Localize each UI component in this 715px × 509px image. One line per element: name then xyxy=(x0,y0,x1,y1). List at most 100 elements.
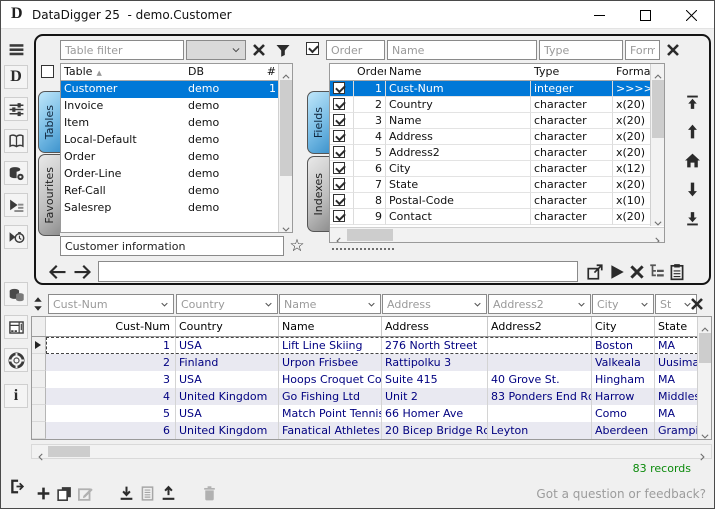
grid-col-city[interactable]: City xyxy=(592,317,655,336)
clipboard-icon[interactable] xyxy=(668,263,686,281)
grid-col-address[interactable]: Address xyxy=(382,317,488,336)
tables-col-db[interactable]: DB xyxy=(185,64,251,80)
exit-button[interactable] xyxy=(5,474,29,500)
records-vscrollbar[interactable] xyxy=(697,317,711,439)
delete-record-button[interactable] xyxy=(199,483,219,503)
field-filter-order-input[interactable] xyxy=(326,40,385,60)
scroll-up-icon[interactable] xyxy=(700,320,710,330)
record-row[interactable]: 2FinlandUrpon FrisbeeRattipolku 3Valkeal… xyxy=(32,354,698,371)
grid-filter-name[interactable]: Name xyxy=(279,294,381,314)
add-record-button[interactable] xyxy=(33,483,53,503)
record-row[interactable]: 1USALift Line Skiing276 North StreetBost… xyxy=(32,337,698,354)
scroll-up-icon[interactable] xyxy=(281,67,291,77)
grid-col-address2[interactable]: Address2 xyxy=(488,317,592,336)
databases-button[interactable] xyxy=(4,282,28,306)
query-editor-input[interactable] xyxy=(98,261,578,282)
table-row[interactable]: Orderdemo xyxy=(61,149,292,166)
clear-data-filter-icon[interactable] xyxy=(689,296,705,312)
fields-col-order[interactable]: Order▲ xyxy=(354,64,386,80)
view-record-button[interactable] xyxy=(137,483,157,503)
record-row[interactable]: 6United KingdomFanatical Athletes20 Bice… xyxy=(32,422,698,439)
field-checkbox[interactable] xyxy=(333,210,345,222)
favourite-star-icon[interactable]: ☆ xyxy=(288,237,306,255)
scroll-down-icon[interactable] xyxy=(281,219,291,229)
clear-query-icon[interactable] xyxy=(628,263,646,281)
fields-col-format[interactable]: Format xyxy=(613,64,651,80)
move-up-button[interactable] xyxy=(683,122,702,141)
grid-col-name[interactable]: Name xyxy=(279,317,382,336)
field-row[interactable]: 9Contactcharacterx(20) xyxy=(330,209,664,225)
help-lifebuoy-button[interactable] xyxy=(4,348,28,372)
record-row[interactable]: 4United KingdomGo Fishing LtdUnit 283 Po… xyxy=(32,388,698,405)
fields-col-name[interactable]: Name xyxy=(386,64,531,80)
tables-select-all-checkbox[interactable] xyxy=(41,65,54,78)
tab-favourites[interactable]: Favourites xyxy=(38,154,60,236)
move-down-button[interactable] xyxy=(683,180,702,199)
record-row[interactable]: 3USAHoops Croquet Co.Suite 41540 Grove S… xyxy=(32,371,698,388)
home-button[interactable] xyxy=(683,151,702,170)
menu-button[interactable] xyxy=(4,37,28,61)
grid-col-cust-num[interactable]: Cust-Num xyxy=(46,317,176,336)
grid-filter-address2[interactable]: Address2 xyxy=(488,294,591,314)
field-filter-name-input[interactable] xyxy=(387,40,537,60)
field-checkbox[interactable] xyxy=(333,82,345,94)
move-bottom-button[interactable] xyxy=(683,209,702,228)
datadigger-logo-button[interactable]: D xyxy=(4,65,28,89)
fields-vscrollbar[interactable] xyxy=(650,64,664,226)
field-filter-format-input[interactable] xyxy=(625,40,660,60)
grid-filter-country[interactable]: Country xyxy=(176,294,278,314)
maximize-button[interactable] xyxy=(622,1,668,29)
scroll-left-icon[interactable] xyxy=(334,231,344,241)
clone-record-button[interactable] xyxy=(54,483,74,503)
prev-query-icon[interactable] xyxy=(48,262,68,282)
table-row[interactable]: Salesrepdemo xyxy=(61,200,292,217)
fields-select-all-checkbox[interactable] xyxy=(306,42,319,55)
field-row[interactable]: 4Addresscharacterx(20) xyxy=(330,129,664,145)
scroll-right-icon[interactable] xyxy=(697,447,707,457)
feedback-link[interactable]: Got a question or feedback? xyxy=(536,487,706,501)
fields-hscrollbar[interactable] xyxy=(330,227,665,242)
scroll-down-icon[interactable] xyxy=(653,213,663,223)
column-sort-icon[interactable] xyxy=(32,296,44,312)
scroll-up-icon[interactable] xyxy=(653,67,663,77)
field-row[interactable]: 7Statecharacterx(20) xyxy=(330,177,664,193)
settings-sliders-button[interactable] xyxy=(4,97,28,121)
table-row[interactable]: Itemdemo xyxy=(61,115,292,132)
view-tree-icon[interactable] xyxy=(648,263,666,281)
field-row[interactable]: 1Cust-Numinteger>>>>9 xyxy=(330,81,664,97)
field-checkbox[interactable] xyxy=(333,98,345,110)
scroll-down-icon[interactable] xyxy=(700,426,710,436)
scroll-right-icon[interactable] xyxy=(652,231,662,241)
table-filter-funnel-icon[interactable] xyxy=(275,42,291,58)
field-row[interactable]: 2Countrycharacterx(20) xyxy=(330,97,664,113)
field-checkbox[interactable] xyxy=(333,114,345,126)
grid-filter-city[interactable]: City xyxy=(592,294,654,314)
close-button[interactable] xyxy=(668,1,714,29)
grid-filter-address[interactable]: Address xyxy=(382,294,487,314)
database-gear-button[interactable] xyxy=(4,161,28,185)
dump-record-button[interactable] xyxy=(116,483,136,503)
field-checkbox[interactable] xyxy=(333,194,345,206)
table-row[interactable]: Customerdemo1 xyxy=(61,81,292,98)
grid-filter-cust-num[interactable]: Cust-Num xyxy=(48,294,174,314)
field-checkbox[interactable] xyxy=(333,146,345,158)
grid-col-country[interactable]: Country xyxy=(176,317,279,336)
splitter-handle[interactable] xyxy=(332,248,394,250)
records-hscrollbar[interactable] xyxy=(31,444,712,459)
field-checkbox[interactable] xyxy=(333,162,345,174)
field-filter-type-input[interactable] xyxy=(539,40,623,60)
scroll-left-icon[interactable] xyxy=(36,447,46,457)
grid-col-state[interactable]: State xyxy=(655,317,698,336)
table-description-input[interactable] xyxy=(60,236,284,256)
field-checkbox[interactable] xyxy=(333,130,345,142)
run-query-list-button[interactable] xyxy=(4,193,28,217)
dump-window-button[interactable] xyxy=(4,315,28,339)
load-record-button[interactable] xyxy=(158,483,178,503)
table-row[interactable]: Order-Linedemo xyxy=(61,166,292,183)
query-timer-button[interactable] xyxy=(4,225,28,249)
run-query-icon[interactable] xyxy=(608,263,626,281)
table-filter-input[interactable] xyxy=(60,40,184,60)
data-dictionary-book-button[interactable] xyxy=(4,129,28,153)
table-row[interactable]: Local-Defaultdemo xyxy=(61,132,292,149)
fields-col-type[interactable]: Type xyxy=(531,64,613,80)
